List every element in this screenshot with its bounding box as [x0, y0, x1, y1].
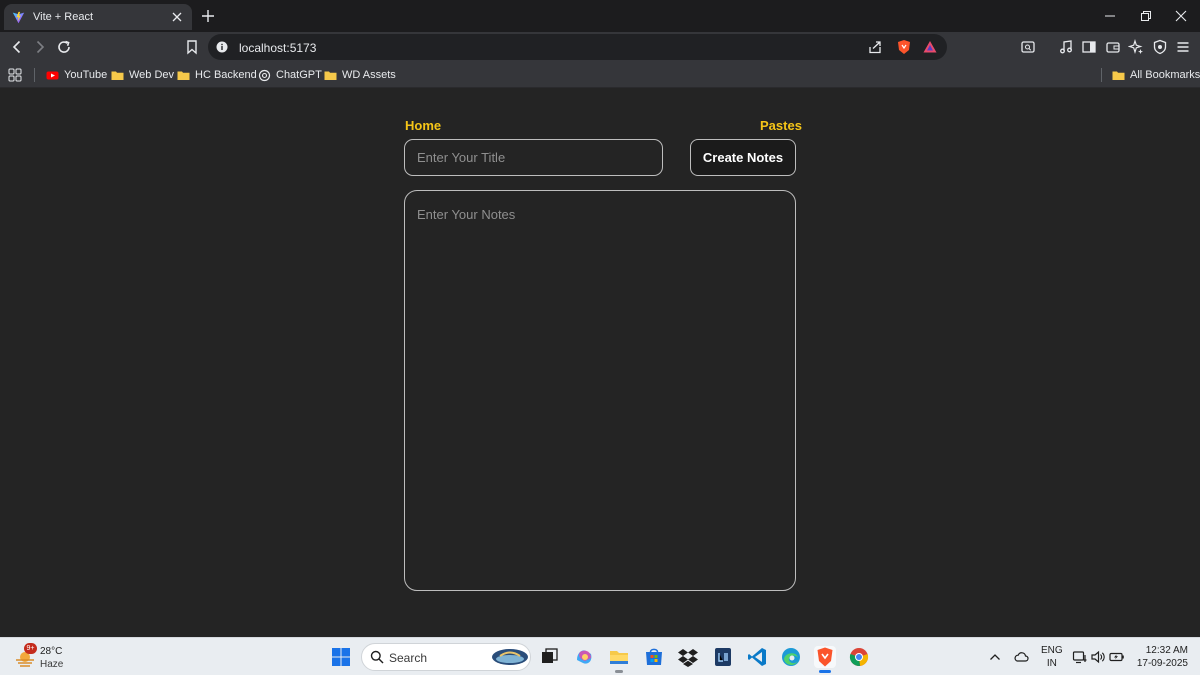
all-bookmarks-label: All Bookmarks: [1130, 69, 1200, 81]
share-icon[interactable]: [867, 39, 883, 55]
bookmarks-bar: YouTube Web Dev HC Backend ChatGPT WD As…: [0, 62, 1200, 88]
dropbox-icon[interactable]: [677, 646, 699, 668]
close-window-icon[interactable]: [1173, 8, 1189, 24]
back-icon[interactable]: [9, 39, 25, 55]
task-view-icon[interactable]: [538, 646, 560, 668]
weather-badge: 9+: [24, 643, 37, 654]
site-info-icon[interactable]: [214, 39, 230, 55]
nav-home-link[interactable]: Home: [405, 118, 441, 133]
bookmark-web-dev[interactable]: Web Dev: [111, 67, 174, 83]
system-clock[interactable]: 12:32 AM 17-09-2025: [1134, 644, 1188, 670]
bookmark-hc-backend[interactable]: HC Backend: [177, 67, 257, 83]
tab-search-icon[interactable]: [1020, 39, 1036, 55]
youtube-icon: [46, 69, 59, 82]
copilot-icon[interactable]: [573, 646, 595, 668]
volume-icon[interactable]: [1090, 649, 1106, 665]
sidebar-icon[interactable]: [1081, 39, 1097, 55]
title-input[interactable]: [404, 139, 663, 176]
all-bookmarks[interactable]: All Bookmarks: [1112, 67, 1200, 83]
bookmark-label: Web Dev: [129, 69, 175, 81]
display-network-icon[interactable]: [1072, 649, 1088, 665]
show-hidden-icons-chevron-icon[interactable]: [987, 649, 1003, 665]
media-icon[interactable]: [1058, 39, 1074, 55]
wallet-icon[interactable]: [1105, 39, 1121, 55]
file-explorer-icon[interactable]: [608, 646, 630, 673]
chrome-icon[interactable]: [848, 646, 870, 668]
brave-browser-icon[interactable]: [814, 646, 836, 673]
bookmark-youtube[interactable]: YouTube: [46, 67, 107, 83]
notes-textarea[interactable]: [404, 190, 796, 591]
close-tab-icon[interactable]: [170, 10, 184, 24]
language-indicator[interactable]: ENG IN: [1041, 644, 1063, 670]
bookmark-label: HC Backend: [195, 69, 257, 81]
bookmark-page-icon[interactable]: [184, 39, 200, 55]
edge-icon[interactable]: [780, 646, 802, 668]
vscode-icon[interactable]: [746, 646, 768, 668]
chatgpt-icon: [258, 69, 271, 82]
reload-icon[interactable]: [56, 39, 72, 55]
windows-taskbar: 9+ 28°C Haze Search ENG IN 12:32 AM 17-0…: [0, 637, 1200, 675]
folder-icon: [111, 69, 124, 82]
bookmark-wd-assets[interactable]: WD Assets: [324, 67, 396, 83]
new-tab-icon[interactable]: [200, 8, 216, 24]
windows-start-icon[interactable]: [330, 646, 352, 668]
region-code: IN: [1046, 658, 1057, 669]
browser-toolbar: localhost:5173: [0, 32, 1200, 62]
bookmark-label: WD Assets: [342, 69, 396, 81]
bookmark-label: ChatGPT: [276, 69, 322, 81]
battery-charging-icon[interactable]: [1109, 649, 1125, 665]
bookmarks-divider: [1101, 68, 1102, 82]
brave-rewards-icon[interactable]: [922, 39, 938, 55]
language-code: ENG: [1041, 645, 1063, 656]
search-label: Search: [389, 651, 428, 665]
minimize-icon[interactable]: [1102, 8, 1118, 24]
nav-pastes-link[interactable]: Pastes: [760, 118, 802, 133]
forward-icon[interactable]: [32, 39, 48, 55]
address-bar[interactable]: localhost:5173: [208, 34, 947, 60]
restore-icon[interactable]: [1138, 8, 1154, 24]
menu-icon[interactable]: [1175, 39, 1191, 55]
browser-tab[interactable]: Vite + React: [4, 4, 192, 30]
url-text: localhost:5173: [239, 41, 317, 55]
app-page: Home Pastes Create Notes: [0, 89, 1200, 637]
folder-icon: [324, 69, 337, 82]
terminal-app-icon[interactable]: [712, 646, 734, 668]
onedrive-cloud-icon[interactable]: [1013, 649, 1029, 665]
tab-title: Vite + React: [33, 11, 94, 23]
vite-favicon-icon: [12, 11, 25, 24]
apps-grid-icon[interactable]: [8, 67, 22, 83]
weather-temperature: 28°C: [40, 646, 63, 657]
brave-shields-icon[interactable]: [896, 39, 912, 55]
taskbar-search[interactable]: Search: [361, 643, 531, 671]
leo-ai-icon[interactable]: [1128, 39, 1144, 55]
search-icon: [370, 650, 384, 664]
bookmarks-divider: [34, 68, 35, 82]
folder-icon: [177, 69, 190, 82]
weather-widget[interactable]: 9+ 28°C Haze: [14, 643, 84, 671]
tab-strip: Vite + React: [0, 0, 1200, 32]
bookmark-chatgpt[interactable]: ChatGPT: [258, 67, 322, 83]
active-app-indicator: [819, 670, 831, 673]
clock-date: 17-09-2025: [1136, 658, 1188, 669]
clock-time: 12:32 AM: [1145, 645, 1188, 656]
bookmark-label: YouTube: [64, 69, 108, 81]
create-notes-button[interactable]: Create Notes: [690, 139, 796, 176]
search-highlight-icon: [490, 647, 530, 667]
microsoft-store-icon[interactable]: [643, 646, 665, 668]
vpn-icon[interactable]: [1152, 39, 1168, 55]
folder-icon: [1112, 69, 1125, 82]
running-indicator: [615, 670, 623, 673]
weather-condition: Haze: [40, 659, 64, 670]
